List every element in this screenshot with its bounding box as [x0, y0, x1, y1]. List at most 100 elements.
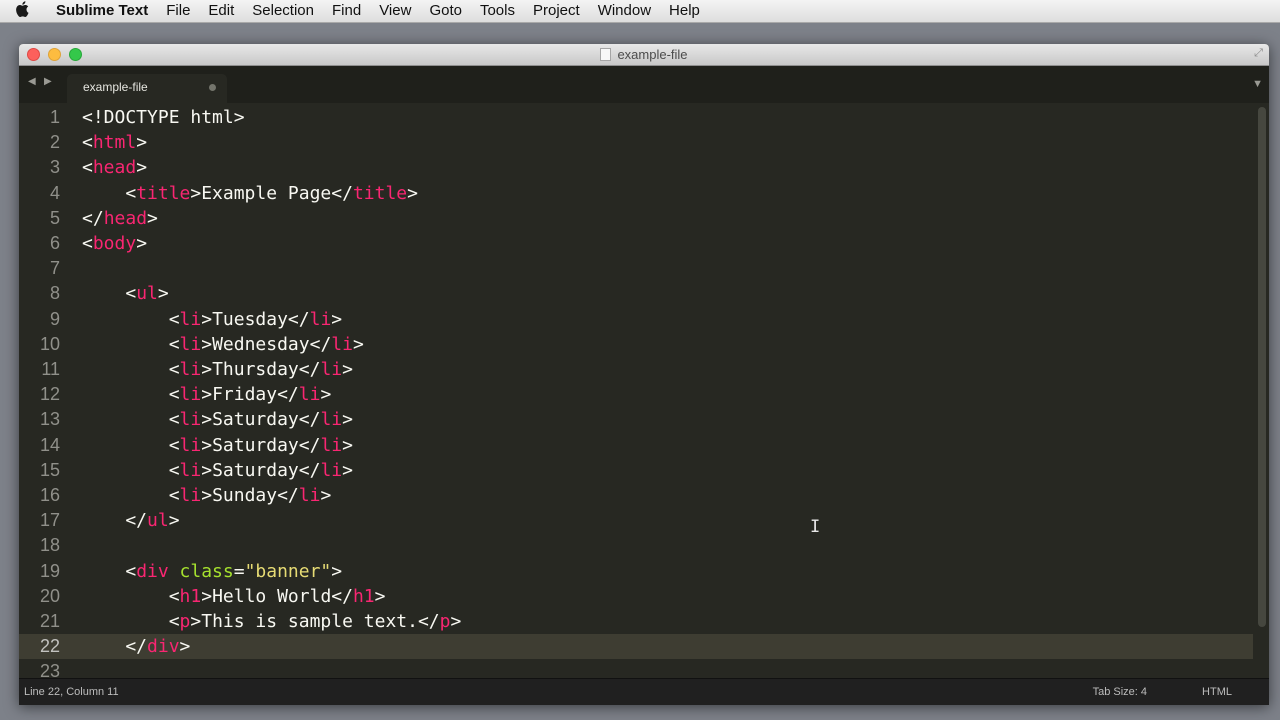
syntax-selector[interactable]: HTML — [1202, 679, 1232, 705]
code-line[interactable]: 19 <div class="banner"> — [19, 559, 1253, 584]
code-token: > — [136, 233, 148, 254]
code-token: li — [298, 485, 321, 506]
tab-size-selector[interactable]: Tab Size: 4 — [1093, 679, 1147, 705]
menu-selection[interactable]: Selection — [243, 0, 323, 22]
code-line[interactable]: 21 <p>This is sample text.</p> — [19, 609, 1253, 634]
code-line[interactable]: 5 </head> — [19, 206, 1253, 231]
code-text: <li>Saturday</li> — [82, 458, 353, 483]
code-token: < — [82, 611, 180, 632]
code-token: "banner" — [244, 560, 332, 582]
code-token: > — [407, 182, 418, 204]
line-number: 8 — [49, 283, 60, 304]
code-token: >Saturday</ — [201, 409, 321, 431]
code-line[interactable]: 4 <title>Example Page</title> — [19, 181, 1253, 206]
code-token: < — [82, 233, 93, 254]
line-number: 15 — [39, 459, 60, 480]
code-token: > — [136, 157, 148, 179]
code-line[interactable]: 17 </ul> — [19, 508, 1253, 533]
triangle-left-icon[interactable]: ◀ — [28, 76, 36, 87]
code-token: li — [179, 409, 202, 431]
line-number: 9 — [49, 308, 60, 329]
code-token: < — [82, 434, 180, 456]
code-line[interactable]: 9 <li>Tuesday</li> — [19, 307, 1253, 332]
code-token: > — [320, 485, 332, 506]
scrollbar[interactable] — [1253, 103, 1269, 678]
triangle-down-icon[interactable]: ▼ — [1252, 78, 1263, 90]
line-number: 23 — [39, 661, 60, 678]
code-token: li — [320, 409, 343, 431]
code-token: < — [82, 333, 180, 355]
code-line[interactable]: 16 <li>Sunday</li> — [19, 483, 1253, 508]
menu-bar: Sublime Text File Edit Selection Find Vi… — [0, 0, 1280, 23]
fullscreen-icon[interactable]: ⤢ — [1252, 47, 1265, 60]
code-line[interactable]: 13 <li>Saturday</li> — [19, 407, 1253, 432]
code-token: li — [298, 384, 321, 406]
menu-find[interactable]: Find — [323, 0, 370, 22]
title-bar[interactable]: example-file ⤢ — [19, 44, 1269, 66]
line-number: 17 — [39, 510, 60, 531]
code-line[interactable]: 18 — [19, 533, 1253, 558]
code-token: >Wednesday</ — [201, 333, 332, 355]
code-token: p — [439, 611, 451, 632]
code-token: < — [82, 132, 93, 154]
menu-file[interactable]: File — [157, 0, 199, 22]
code-token: li — [179, 434, 202, 456]
line-number: 11 — [41, 359, 60, 379]
code-line[interactable]: 2 <html> — [19, 130, 1253, 155]
menu-project[interactable]: Project — [524, 0, 589, 22]
code-line[interactable]: 1 <!DOCTYPE html> — [19, 105, 1253, 130]
code-token: < — [82, 359, 180, 380]
code-line[interactable]: 8 <ul> — [19, 281, 1253, 306]
code-token: > — [136, 132, 148, 154]
scrollbar-thumb[interactable] — [1258, 107, 1266, 627]
code-text: </div> — [82, 634, 190, 659]
code-token: <!DOCTYPE html> — [82, 107, 245, 128]
code-line[interactable]: 12 <li>Friday</li> — [19, 382, 1253, 407]
menu-tools[interactable]: Tools — [471, 0, 524, 22]
code-token: title — [352, 182, 408, 204]
line-number: 5 — [49, 207, 60, 228]
triangle-right-icon[interactable]: ▶ — [44, 76, 52, 87]
code-editor[interactable]: 1 <!DOCTYPE html> 2 <html> 3 <head> 4 <title>E… — [19, 103, 1269, 678]
code-line[interactable]: 20 <h1>Hello World</h1> — [19, 584, 1253, 609]
line-number: 21 — [39, 611, 60, 631]
menu-window[interactable]: Window — [589, 0, 660, 22]
code-token: div — [136, 560, 169, 582]
code-line[interactable]: 3 <head> — [19, 155, 1253, 180]
code-token: li — [179, 308, 202, 330]
editor-window: example-file ⤢ ◀ ▶ example-file ▼ 1 <!DOC… — [19, 44, 1269, 705]
menu-help[interactable]: Help — [660, 0, 709, 22]
code-line[interactable]: 10 <li>Wednesday</li> — [19, 332, 1253, 357]
code-line[interactable]: 11 <li>Thursday</li> — [19, 357, 1253, 382]
code-token: >Sunday</ — [201, 485, 299, 506]
menu-app-name[interactable]: Sublime Text — [44, 0, 157, 22]
window-title: example-file — [19, 44, 1269, 65]
menu-view[interactable]: View — [370, 0, 420, 22]
code-token: < — [82, 308, 180, 330]
code-text: <li>Wednesday</li> — [82, 332, 364, 357]
line-number: 18 — [39, 535, 60, 556]
menu-goto[interactable]: Goto — [420, 0, 471, 22]
code-token: >Friday</ — [201, 384, 299, 406]
code-token: li — [179, 333, 202, 355]
code-token: = — [233, 560, 245, 582]
menu-edit[interactable]: Edit — [199, 0, 243, 22]
apple-menu-icon[interactable] — [0, 0, 44, 22]
code-line[interactable]: 15 <li>Saturday</li> — [19, 458, 1253, 483]
code-token: html — [92, 132, 137, 154]
code-text: <li>Friday</li> — [82, 382, 332, 407]
code-line[interactable]: 22 </div> — [19, 634, 1253, 660]
line-number: 14 — [39, 434, 60, 455]
code-line[interactable]: 6 <body> — [19, 231, 1253, 256]
code-token: >This is sample text.</ — [190, 611, 440, 632]
dot-icon[interactable] — [209, 84, 216, 91]
code-token: < — [82, 283, 137, 305]
code-token: > — [374, 585, 386, 607]
code-line[interactable]: 14 <li>Saturday</li> — [19, 433, 1253, 458]
line-number: 1 — [49, 107, 60, 127]
line-number: 3 — [49, 157, 60, 178]
tab-example-file[interactable]: example-file — [67, 74, 227, 103]
code-line[interactable]: 23 — [19, 659, 1253, 678]
code-token: div — [147, 636, 180, 658]
code-line[interactable]: 7 — [19, 256, 1253, 281]
